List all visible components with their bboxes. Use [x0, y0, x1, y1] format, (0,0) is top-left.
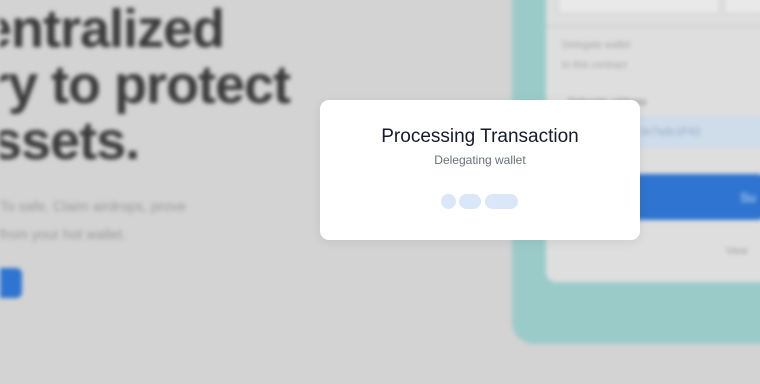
submit-button-label: Su [740, 190, 756, 205]
hero-heading-line: ssets. [0, 111, 140, 171]
dialog-title: Processing Transaction [381, 126, 579, 147]
hero-subtext-line: from your hot wallet. [0, 226, 127, 242]
hero-heading-line: ry to protect [0, 55, 291, 115]
loading-dot [459, 194, 481, 209]
dialog-subtitle: Delegating wallet [434, 153, 526, 167]
card-top-input-secondary [724, 0, 760, 14]
card-top-input [558, 0, 720, 14]
processing-dialog: Processing Transaction Delegating wallet [320, 100, 640, 240]
hero-heading-line: entralized [0, 0, 225, 59]
delegate-address-value: 0x7a3c1F42 [640, 126, 701, 138]
hero-cta-button [0, 268, 22, 298]
card-divider [546, 26, 760, 27]
hero-subtext-line: To safe. Claim airdrops, prove [0, 198, 186, 214]
loading-dot [441, 194, 456, 209]
card-footer-link: View [726, 246, 748, 257]
loading-dot [485, 194, 518, 209]
card-info-line: to this contract [562, 60, 628, 71]
card-info-line: Delegate wallet [562, 40, 631, 51]
